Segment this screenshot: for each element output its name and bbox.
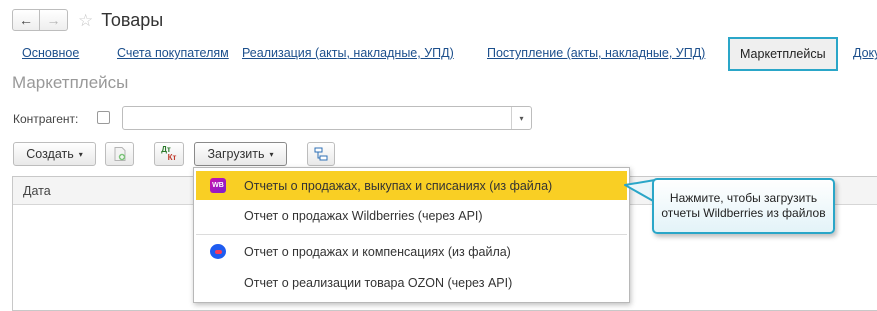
hierarchy-icon <box>314 147 328 161</box>
menu-item-label: Отчет о продажах и компенсациях (из файл… <box>244 244 511 259</box>
dt-kt-button[interactable]: Дт Кт <box>154 142 184 166</box>
counterparty-checkbox[interactable] <box>97 111 110 124</box>
document-add-icon <box>114 147 125 161</box>
create-button[interactable]: Создать ▾ <box>13 142 96 166</box>
load-button[interactable]: Загрузить ▾ <box>194 142 287 166</box>
create-button-label: Создать <box>26 147 74 161</box>
menu-item-label: Отчет о продажах Wildberries (через API) <box>244 208 483 223</box>
favorite-star-icon[interactable]: ☆ <box>78 12 93 29</box>
wildberries-icon: WB <box>210 178 226 193</box>
tab-bar: Основное Счета покупателям Реализация (а… <box>22 36 877 72</box>
menu-item-wb-reports-file[interactable]: WB Отчеты о продажах, выкупах и списания… <box>196 171 627 200</box>
menu-item-label: Отчеты о продажах, выкупах и списаниях (… <box>244 178 553 193</box>
load-button-label: Загрузить <box>207 147 265 161</box>
tab-realizatsiya[interactable]: Реализация (акты, накладные, УПД) <box>242 46 454 60</box>
tab-postuplenie[interactable]: Поступление (акты, накладные, УПД) <box>487 46 705 60</box>
window-header: ← → ☆ Товары <box>12 8 163 32</box>
tab-osnovnoe[interactable]: Основное <box>22 46 79 60</box>
load-dropdown-menu: WB Отчеты о продажах, выкупах и списания… <box>193 167 630 303</box>
tab-documents[interactable]: Доку <box>853 46 877 60</box>
tab-marketplaces[interactable]: Маркетплейсы <box>728 37 838 71</box>
chevron-down-icon: ▾ <box>269 149 274 159</box>
counterparty-input[interactable] <box>122 106 532 130</box>
tab-scheta-pokupatelyam[interactable]: Счета покупателям <box>117 46 229 60</box>
menu-separator <box>196 234 627 235</box>
tooltip-text: Нажмите, чтобы загрузить отчеты Wildberr… <box>661 191 826 220</box>
chevron-down-icon: ▾ <box>78 149 83 159</box>
tooltip: Нажмите, чтобы загрузить отчеты Wildberr… <box>652 178 835 234</box>
ozon-icon <box>210 244 226 259</box>
menu-item-label: Отчет о реализации товара OZON (через AP… <box>244 275 513 290</box>
column-header-date[interactable]: Дата <box>23 184 51 198</box>
forward-button[interactable]: → <box>40 9 68 31</box>
kt-label: Кт <box>167 153 177 162</box>
add-document-button[interactable] <box>105 142 134 166</box>
menu-item-ozon-api[interactable]: Отчет о реализации товара OZON (через AP… <box>196 268 627 297</box>
arrow-right-icon: → <box>46 12 61 28</box>
window-title: Товары <box>101 9 164 30</box>
back-button[interactable]: ← <box>12 9 40 31</box>
structure-button[interactable] <box>307 142 335 166</box>
menu-item-ozon-file[interactable]: Отчет о продажах и компенсациях (из файл… <box>196 237 627 266</box>
section-title: Маркетплейсы <box>12 73 129 92</box>
counterparty-label: Контрагент: <box>13 112 79 126</box>
chevron-down-icon[interactable]: ▾ <box>511 107 531 129</box>
menu-item-wb-api[interactable]: Отчет о продажах Wildberries (через API) <box>196 201 627 230</box>
arrow-left-icon: ← <box>19 12 33 28</box>
